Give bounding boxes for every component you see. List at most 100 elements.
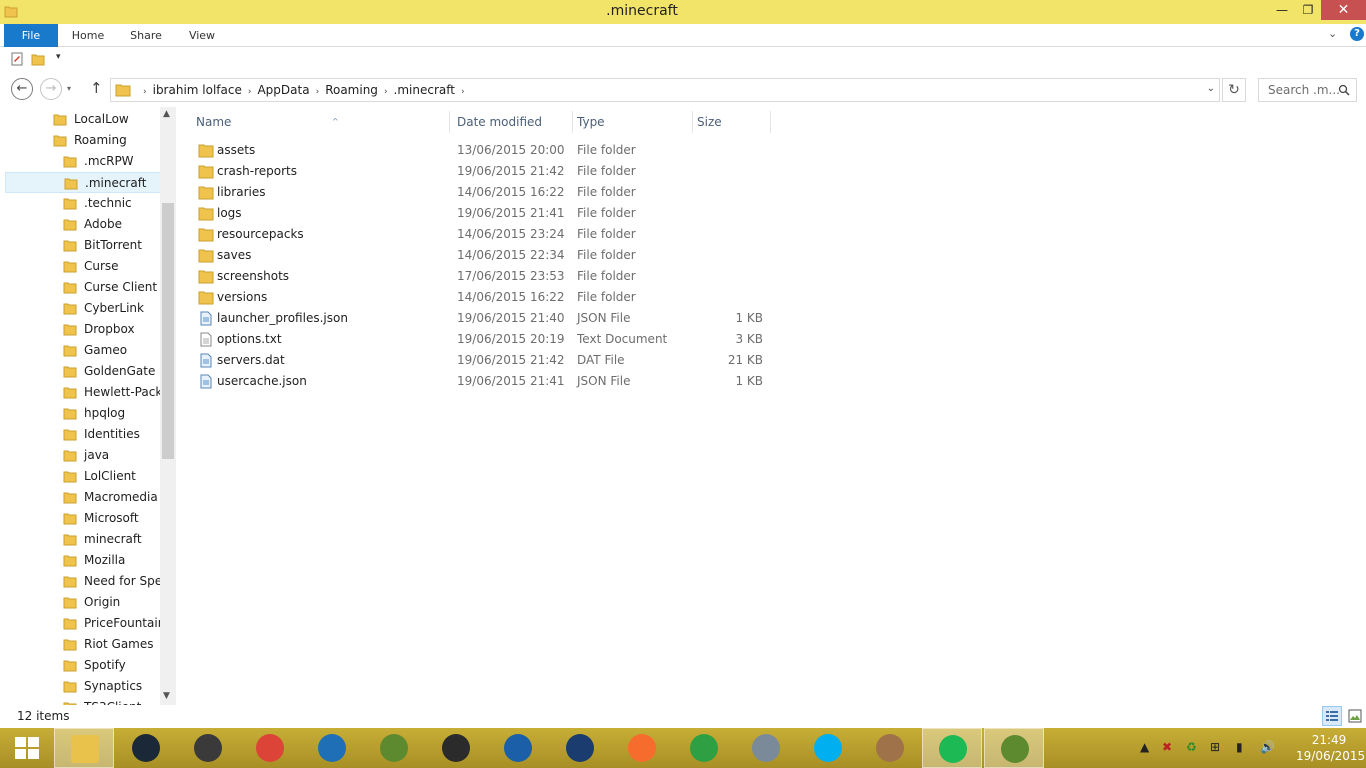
breadcrumb-separator[interactable]: › — [461, 87, 465, 97]
battery-icon[interactable]: ▮ — [1236, 740, 1243, 754]
maximize-button[interactable]: ❐ — [1294, 0, 1322, 20]
recent-locations-icon[interactable]: ▾ — [67, 84, 71, 93]
navigation-pane-scrollbar[interactable]: ▲ ▼ — [160, 107, 176, 705]
minimize-button[interactable]: — — [1268, 0, 1296, 20]
tree-item[interactable]: .mcRPW — [5, 151, 161, 172]
breadcrumb-separator[interactable]: › — [316, 87, 320, 97]
tree-item[interactable]: .minecraft — [5, 172, 161, 193]
new-folder-icon[interactable] — [31, 52, 45, 66]
scroll-down-icon[interactable]: ▼ — [163, 691, 170, 701]
tree-item[interactable]: CyberLink — [5, 298, 161, 319]
customize-toolbar-icon[interactable]: ▾ — [56, 52, 61, 62]
tree-item[interactable]: Riot Games — [5, 634, 161, 655]
tab-share[interactable]: Share — [118, 24, 174, 47]
file-row[interactable]: servers.dat 19/06/2015 21:42 DAT File 21 KB — [194, 350, 774, 371]
scroll-up-icon[interactable]: ▲ — [163, 109, 170, 119]
game-launcher-app[interactable] — [426, 728, 486, 768]
column-header-type[interactable]: Type — [573, 111, 693, 133]
breadcrumb-separator[interactable]: › — [248, 87, 252, 97]
breadcrumb-separator[interactable]: › — [143, 87, 147, 97]
tree-item[interactable]: TS3Client — [5, 697, 161, 705]
file-row[interactable]: libraries 14/06/2015 16:22 File folder — [194, 182, 774, 203]
shovel-app[interactable] — [860, 728, 920, 768]
league-of-legends-app[interactable] — [550, 728, 610, 768]
details-view-button[interactable] — [1322, 706, 1342, 726]
tree-item[interactable]: Synaptics — [5, 676, 161, 697]
network-icon[interactable]: ✖ — [1162, 740, 1172, 754]
address-history-icon[interactable]: ⌄ — [1207, 83, 1215, 94]
refresh-button[interactable]: ↻ — [1222, 78, 1246, 102]
tab-home[interactable]: Home — [62, 24, 114, 47]
volume-icon[interactable]: 🔊 — [1260, 740, 1275, 754]
origin-app[interactable] — [612, 728, 672, 768]
tree-item[interactable]: Mozilla — [5, 550, 161, 571]
file-row[interactable]: logs 19/06/2015 21:41 File folder — [194, 203, 774, 224]
address-bar[interactable]: › ibrahim lolface › AppData › Roaming › .minecr… — [110, 78, 1220, 102]
expand-ribbon-icon[interactable]: ⌄ — [1328, 27, 1337, 40]
tree-item[interactable]: java — [5, 445, 161, 466]
teamspeak-app[interactable] — [736, 728, 796, 768]
sync-icon[interactable]: ♻ — [1186, 740, 1197, 754]
tree-item[interactable]: Hewlett-Packard — [5, 382, 161, 403]
windows-store-app[interactable] — [674, 728, 734, 768]
file-row[interactable]: resourcepacks 14/06/2015 23:24 File folder — [194, 224, 774, 245]
tab-view[interactable]: View — [178, 24, 226, 47]
tree-item[interactable]: Adobe — [5, 214, 161, 235]
chrome-app[interactable] — [240, 728, 300, 768]
file-row[interactable]: assets 13/06/2015 20:00 File folder — [194, 140, 774, 161]
forward-button[interactable]: → — [40, 78, 62, 100]
column-header-name[interactable]: Name ^ — [192, 111, 450, 133]
show-hidden-icons[interactable]: ▲ — [1140, 740, 1149, 754]
minecraft-running-app[interactable] — [984, 728, 1044, 768]
tree-item[interactable]: Need for Speed — [5, 571, 161, 592]
tree-item[interactable]: GoldenGate — [5, 361, 161, 382]
close-button[interactable]: ✕ — [1321, 0, 1366, 20]
tree-item[interactable]: Roaming — [5, 130, 161, 151]
up-button[interactable]: ↑ — [90, 79, 103, 97]
tree-item[interactable]: hpqlog — [5, 403, 161, 424]
tree-item[interactable]: minecraft — [5, 529, 161, 550]
tree-item[interactable]: Curse Client — [5, 277, 161, 298]
file-row[interactable]: usercache.json 19/06/2015 21:41 JSON File 1… — [194, 371, 774, 392]
tree-item[interactable]: Dropbox — [5, 319, 161, 340]
minecraft-app[interactable] — [364, 728, 424, 768]
file-row[interactable]: launcher_profiles.json 19/06/2015 21:40 JS… — [194, 308, 774, 329]
spotify-app[interactable] — [922, 728, 982, 768]
breadcrumb-appdata[interactable]: AppData — [257, 83, 309, 97]
large-icons-view-button[interactable] — [1345, 706, 1365, 726]
tree-item[interactable]: Identities — [5, 424, 161, 445]
column-header-size[interactable]: Size — [693, 111, 771, 133]
tree-item[interactable]: Origin — [5, 592, 161, 613]
breadcrumb-minecraft[interactable]: .minecraft — [394, 83, 455, 97]
tree-item[interactable]: LocalLow — [5, 109, 161, 130]
tree-item[interactable]: .technic — [5, 193, 161, 214]
tree-item[interactable]: Macromedia — [5, 487, 161, 508]
breadcrumb-roaming[interactable]: Roaming — [325, 83, 378, 97]
scrollbar-thumb[interactable] — [162, 203, 174, 459]
back-button[interactable]: ← — [11, 78, 33, 100]
tree-item[interactable]: Microsoft — [5, 508, 161, 529]
file-row[interactable]: crash-reports 19/06/2015 21:42 File folder — [194, 161, 774, 182]
help-icon[interactable]: ? — [1350, 27, 1364, 41]
tree-item[interactable]: PriceFountain — [5, 613, 161, 634]
file-row[interactable]: screenshots 17/06/2015 23:53 File folder — [194, 266, 774, 287]
skype-app[interactable] — [798, 728, 858, 768]
tab-file[interactable]: File — [4, 24, 58, 47]
origin-style-app[interactable] — [302, 728, 362, 768]
search-input[interactable]: Search .m... — [1258, 78, 1357, 102]
system-clock[interactable]: 21:49 19/06/2015 — [1296, 732, 1365, 764]
tree-item[interactable]: Curse — [5, 256, 161, 277]
search-icon[interactable] — [1338, 79, 1350, 101]
file-row[interactable]: options.txt 19/06/2015 20:19 Text Document… — [194, 329, 774, 350]
file-row[interactable]: saves 14/06/2015 22:34 File folder — [194, 245, 774, 266]
f-secure-app[interactable] — [488, 728, 548, 768]
tree-item[interactable]: BitTorrent — [5, 235, 161, 256]
steam-app[interactable] — [116, 728, 176, 768]
rockstar-app[interactable] — [178, 728, 238, 768]
tree-item[interactable]: Spotify — [5, 655, 161, 676]
tree-item[interactable]: LolClient — [5, 466, 161, 487]
file-explorer-app[interactable] — [54, 728, 114, 768]
file-row[interactable]: versions 14/06/2015 16:22 File folder — [194, 287, 774, 308]
breadcrumb-user[interactable]: ibrahim lolface — [153, 83, 242, 97]
column-header-date[interactable]: Date modified — [453, 111, 573, 133]
